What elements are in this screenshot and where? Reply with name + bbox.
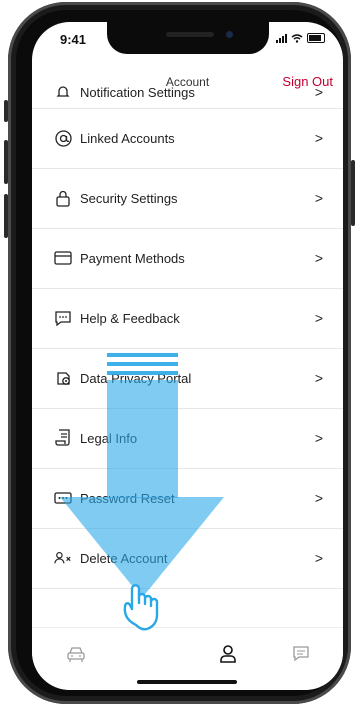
chevron-right-icon: > (314, 310, 323, 326)
menu-item-label: Security Settings (80, 190, 178, 206)
battery-icon (307, 33, 325, 43)
menu-item-legal-info[interactable]: Legal Info > (32, 408, 343, 469)
chevron-right-icon: > (314, 190, 323, 206)
menu-item-label: Legal Info (80, 430, 138, 446)
menu-item-label: Linked Accounts (80, 130, 175, 146)
home-indicator (137, 680, 237, 684)
menu-item-password-reset[interactable]: Password Reset > (32, 468, 343, 529)
menu-item-delete-account[interactable]: Delete Account > (32, 528, 343, 589)
chevron-right-icon: > (314, 84, 323, 100)
chevron-right-icon: > (314, 130, 323, 146)
delete-user-icon (54, 549, 72, 567)
chevron-right-icon: > (314, 430, 323, 446)
tab-vehicle[interactable] (64, 642, 88, 666)
menu-item-label: Password Reset (80, 490, 175, 506)
wifi-icon (291, 33, 303, 43)
menu-item-label: Notification Settings (80, 84, 195, 100)
app-screen: 9:41 Account Sign Out Notification Setti… (32, 22, 343, 690)
mute-switch (4, 100, 8, 122)
speaker (166, 32, 214, 37)
volume-up-button (4, 140, 8, 184)
tab-account[interactable] (216, 642, 240, 666)
user-icon (220, 645, 236, 663)
password-icon (54, 489, 72, 507)
bell-icon (54, 83, 72, 101)
chevron-right-icon: > (314, 370, 323, 386)
status-icons (276, 33, 325, 43)
menu-item-payment-methods[interactable]: Payment Methods > (32, 228, 343, 289)
card-icon (54, 249, 72, 267)
document-icon (54, 429, 72, 447)
lock-icon (54, 189, 72, 207)
at-icon (54, 129, 72, 147)
menu-item-label: Data Privacy Portal (80, 370, 192, 386)
menu-item-security-settings[interactable]: Security Settings > (32, 168, 343, 229)
status-time: 9:41 (60, 32, 87, 47)
menu-item-data-privacy-portal[interactable]: Data Privacy Portal > (32, 348, 343, 409)
menu-item-help-feedback[interactable]: Help & Feedback > (32, 288, 343, 349)
bottom-tab-bar (32, 627, 343, 690)
power-button (351, 160, 355, 226)
chevron-right-icon: > (314, 490, 323, 506)
menu-item-label: Help & Feedback (80, 310, 180, 326)
chevron-right-icon: > (314, 250, 323, 266)
chat-icon (54, 309, 72, 327)
menu-item-notification-settings[interactable]: Notification Settings > (32, 76, 343, 109)
tab-messages[interactable] (289, 642, 313, 666)
menu-item-label: Delete Account (80, 550, 168, 566)
notch (107, 22, 269, 54)
menu-item-label: Payment Methods (80, 250, 185, 266)
volume-down-button (4, 194, 8, 238)
signal-icon (276, 33, 287, 43)
message-icon (293, 646, 309, 662)
menu-item-linked-accounts[interactable]: Linked Accounts > (32, 108, 343, 169)
chevron-right-icon: > (314, 550, 323, 566)
privacy-icon (54, 369, 72, 387)
camera (226, 31, 233, 38)
car-icon (67, 647, 85, 662)
